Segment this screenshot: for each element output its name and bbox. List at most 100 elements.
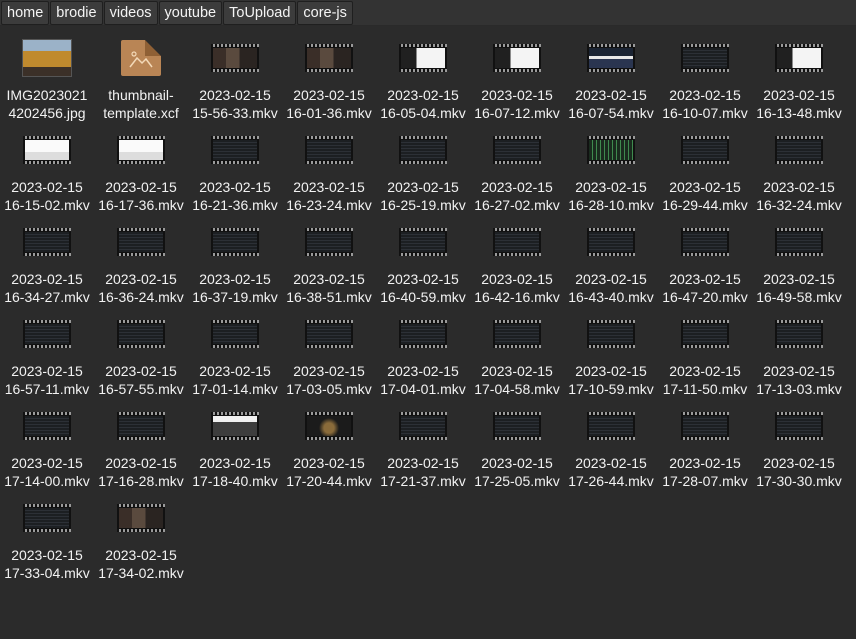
file-name: 2023-02-15 17-01-14.mkv bbox=[192, 363, 278, 397]
file-item[interactable]: 2023-02-15 17-33-04.mkv bbox=[0, 500, 94, 592]
file-name: 2023-02-15 17-18-40.mkv bbox=[192, 455, 278, 489]
video-thumbnail bbox=[393, 316, 453, 352]
file-item[interactable]: 2023-02-15 16-47-20.mkv bbox=[658, 224, 752, 316]
file-name: 2023-02-15 15-56-33.mkv bbox=[192, 87, 278, 121]
file-item[interactable]: 2023-02-15 17-14-00.mkv bbox=[0, 408, 94, 500]
video-thumbnail bbox=[111, 224, 171, 260]
file-name: 2023-02-15 16-10-07.mkv bbox=[662, 87, 748, 121]
file-name: 2023-02-15 17-03-05.mkv bbox=[286, 363, 372, 397]
file-item[interactable]: 2023-02-15 16-15-02.mkv bbox=[0, 132, 94, 224]
video-thumbnail bbox=[205, 316, 265, 352]
file-name: 2023-02-15 17-26-44.mkv bbox=[568, 455, 654, 489]
file-item[interactable]: 2023-02-15 16-28-10.mkv bbox=[564, 132, 658, 224]
file-item[interactable]: 2023-02-15 16-38-51.mkv bbox=[282, 224, 376, 316]
file-item[interactable]: 2023-02-15 17-30-30.mkv bbox=[752, 408, 846, 500]
file-name: 2023-02-15 16-13-48.mkv bbox=[756, 87, 842, 121]
file-name: 2023-02-15 16-27-02.mkv bbox=[474, 179, 560, 213]
video-thumbnail bbox=[675, 40, 735, 76]
file-name: 2023-02-15 16-28-10.mkv bbox=[568, 179, 654, 213]
file-item[interactable]: 2023-02-15 17-26-44.mkv bbox=[564, 408, 658, 500]
file-item[interactable]: 2023-02-15 15-56-33.mkv bbox=[188, 40, 282, 132]
image-thumbnail bbox=[17, 39, 77, 77]
file-item[interactable]: 2023-02-15 16-49-58.mkv bbox=[752, 224, 846, 316]
video-thumbnail bbox=[205, 40, 265, 76]
breadcrumb-brodie[interactable]: brodie bbox=[50, 0, 103, 25]
file-item[interactable]: 2023-02-15 17-04-58.mkv bbox=[470, 316, 564, 408]
breadcrumb-toupload[interactable]: ToUpload bbox=[223, 0, 297, 25]
film-strip-icon bbox=[681, 228, 729, 256]
file-item[interactable]: thumbnail- template.xcf bbox=[94, 40, 188, 132]
video-thumbnail bbox=[581, 408, 641, 444]
file-item[interactable]: 2023-02-15 16-10-07.mkv bbox=[658, 40, 752, 132]
film-strip-icon bbox=[775, 44, 823, 72]
video-thumbnail bbox=[111, 500, 171, 536]
file-item[interactable]: 2023-02-15 16-57-11.mkv bbox=[0, 316, 94, 408]
file-item[interactable]: 2023-02-15 17-01-14.mkv bbox=[188, 316, 282, 408]
breadcrumb-home[interactable]: home bbox=[1, 0, 50, 25]
file-name: thumbnail- template.xcf bbox=[103, 87, 179, 121]
film-strip-icon bbox=[493, 136, 541, 164]
file-item[interactable]: 2023-02-15 17-13-03.mkv bbox=[752, 316, 846, 408]
film-strip-icon bbox=[775, 136, 823, 164]
video-thumbnail bbox=[17, 316, 77, 352]
file-item[interactable]: 2023-02-15 16-37-19.mkv bbox=[188, 224, 282, 316]
file-item[interactable]: 2023-02-15 17-10-59.mkv bbox=[564, 316, 658, 408]
photo-preview bbox=[22, 39, 72, 77]
film-strip-icon bbox=[211, 136, 259, 164]
file-item[interactable]: 2023-02-15 16-25-19.mkv bbox=[376, 132, 470, 224]
path-bar: home brodie videos youtube ToUpload core-js bbox=[0, 0, 856, 26]
file-name: 2023-02-15 16-57-55.mkv bbox=[98, 363, 184, 397]
file-name: 2023-02-15 17-14-00.mkv bbox=[4, 455, 90, 489]
breadcrumb-videos[interactable]: videos bbox=[103, 0, 158, 25]
file-item[interactable]: 2023-02-15 17-20-44.mkv bbox=[282, 408, 376, 500]
film-strip-icon bbox=[399, 320, 447, 348]
breadcrumb-youtube[interactable]: youtube bbox=[158, 0, 223, 25]
file-item[interactable]: 2023-02-15 16-40-59.mkv bbox=[376, 224, 470, 316]
file-item[interactable]: 2023-02-15 16-23-24.mkv bbox=[282, 132, 376, 224]
video-thumbnail bbox=[299, 224, 359, 260]
file-item[interactable]: 2023-02-15 16-21-36.mkv bbox=[188, 132, 282, 224]
file-item[interactable]: 2023-02-15 16-05-04.mkv bbox=[376, 40, 470, 132]
file-item[interactable]: 2023-02-15 16-32-24.mkv bbox=[752, 132, 846, 224]
file-item[interactable]: 2023-02-15 16-43-40.mkv bbox=[564, 224, 658, 316]
file-item[interactable]: 2023-02-15 17-16-28.mkv bbox=[94, 408, 188, 500]
video-thumbnail bbox=[393, 132, 453, 168]
file-item[interactable]: 2023-02-15 16-07-54.mkv bbox=[564, 40, 658, 132]
file-item[interactable]: 2023-02-15 17-21-37.mkv bbox=[376, 408, 470, 500]
file-item[interactable]: 2023-02-15 16-42-16.mkv bbox=[470, 224, 564, 316]
file-item[interactable]: 2023-02-15 17-18-40.mkv bbox=[188, 408, 282, 500]
file-item[interactable]: 2023-02-15 16-13-48.mkv bbox=[752, 40, 846, 132]
file-item[interactable]: 2023-02-15 16-34-27.mkv bbox=[0, 224, 94, 316]
film-strip-icon bbox=[775, 320, 823, 348]
file-item[interactable]: 2023-02-15 17-03-05.mkv bbox=[282, 316, 376, 408]
file-item[interactable]: 2023-02-15 17-25-05.mkv bbox=[470, 408, 564, 500]
file-item[interactable]: 2023-02-15 16-36-24.mkv bbox=[94, 224, 188, 316]
video-thumbnail bbox=[111, 408, 171, 444]
file-item[interactable]: 2023-02-15 17-11-50.mkv bbox=[658, 316, 752, 408]
film-strip-icon bbox=[681, 136, 729, 164]
file-name: 2023-02-15 16-17-36.mkv bbox=[98, 179, 184, 213]
file-item[interactable]: 2023-02-15 16-17-36.mkv bbox=[94, 132, 188, 224]
film-strip-icon bbox=[305, 44, 353, 72]
file-name: 2023-02-15 16-40-59.mkv bbox=[380, 271, 466, 305]
video-thumbnail bbox=[17, 224, 77, 260]
file-item[interactable]: 2023-02-15 16-27-02.mkv bbox=[470, 132, 564, 224]
film-strip-icon bbox=[23, 504, 71, 532]
video-thumbnail bbox=[581, 224, 641, 260]
file-item[interactable]: 2023-02-15 17-34-02.mkv bbox=[94, 500, 188, 592]
film-strip-icon bbox=[305, 412, 353, 440]
film-strip-icon bbox=[305, 136, 353, 164]
file-name: 2023-02-15 17-33-04.mkv bbox=[4, 547, 90, 581]
file-item[interactable]: 2023-02-15 16-29-44.mkv bbox=[658, 132, 752, 224]
file-item[interactable]: 2023-02-15 17-04-01.mkv bbox=[376, 316, 470, 408]
video-thumbnail bbox=[393, 224, 453, 260]
file-item[interactable]: 2023-02-15 16-57-55.mkv bbox=[94, 316, 188, 408]
file-item[interactable]: 2023-02-15 17-28-07.mkv bbox=[658, 408, 752, 500]
file-item[interactable]: 2023-02-15 16-07-12.mkv bbox=[470, 40, 564, 132]
file-item[interactable]: IMG2023021 4202456.jpg bbox=[0, 39, 94, 132]
breadcrumb-core-js[interactable]: core-js bbox=[297, 0, 353, 25]
video-thumbnail bbox=[769, 132, 829, 168]
film-strip-icon bbox=[211, 228, 259, 256]
file-item[interactable]: 2023-02-15 16-01-36.mkv bbox=[282, 40, 376, 132]
video-thumbnail bbox=[17, 132, 77, 168]
